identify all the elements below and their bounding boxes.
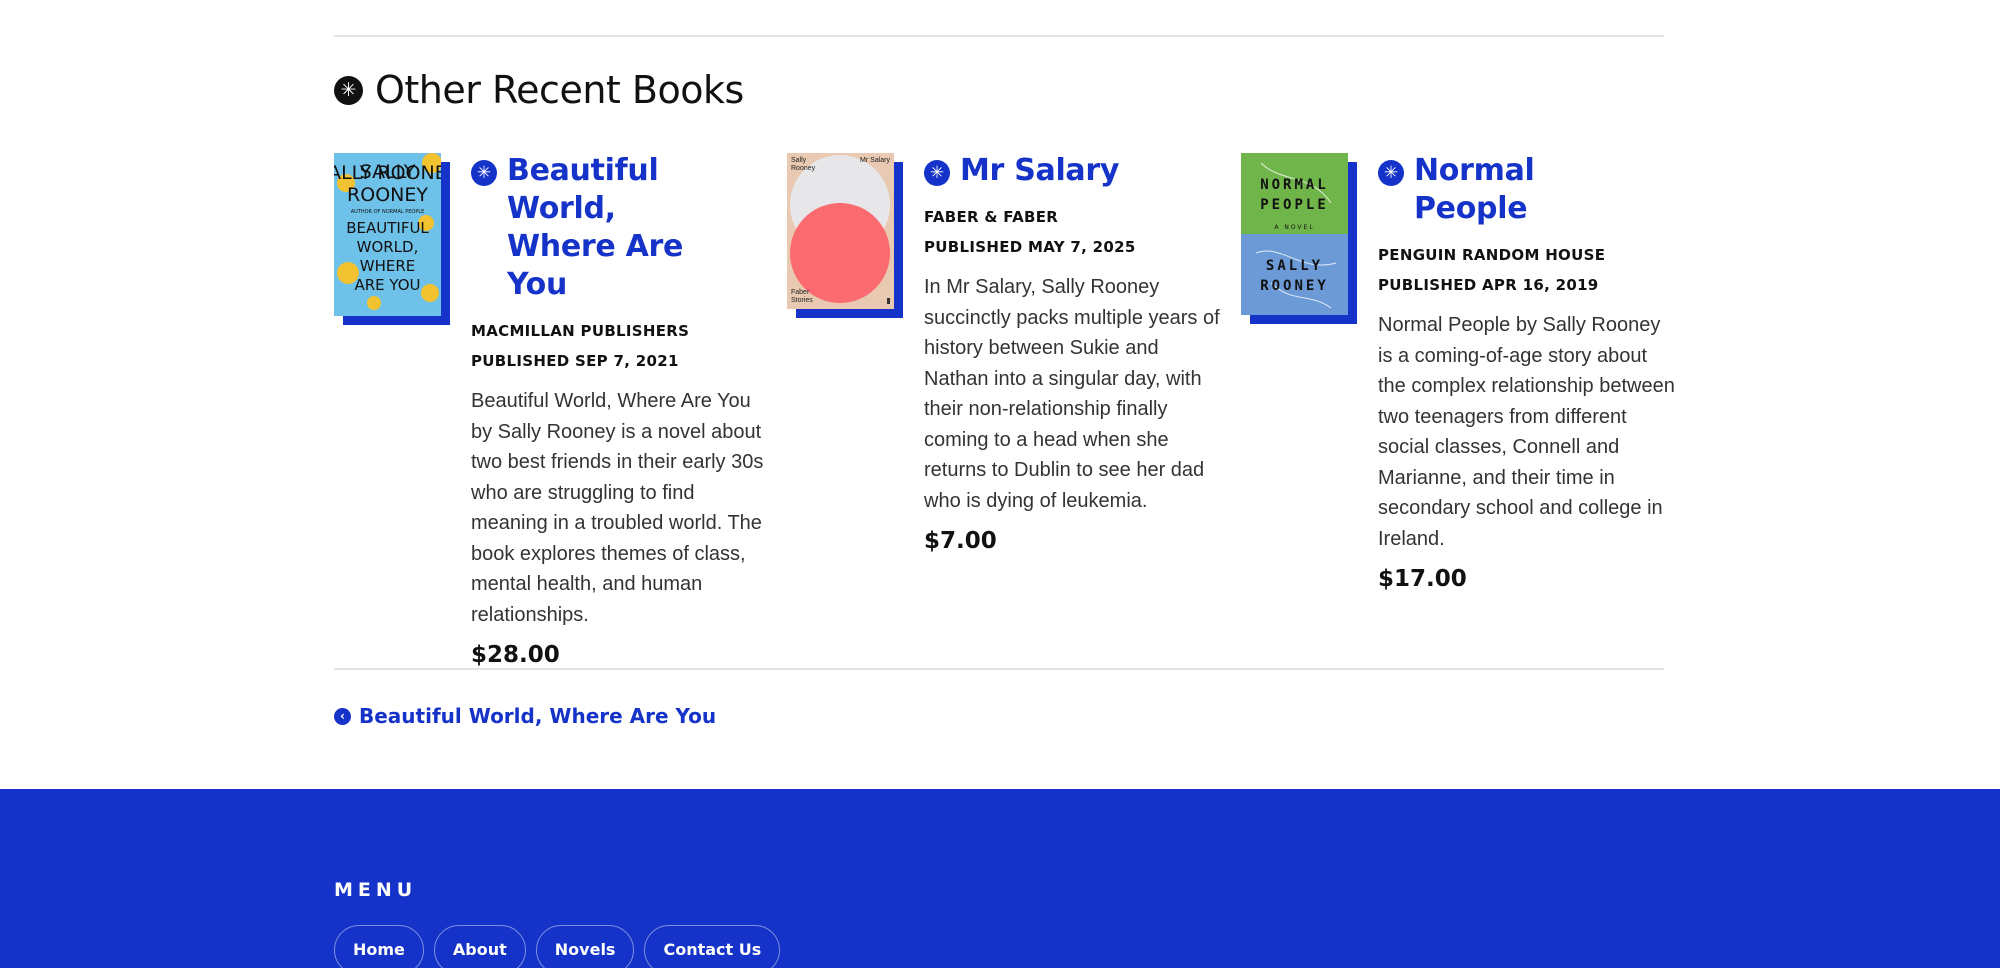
cover-title: Mr Salary <box>860 157 890 164</box>
book-published-date: PUBLISHED MAY 7, 2025 <box>924 238 1136 256</box>
footer-nav-contact[interactable]: Contact Us <box>644 925 781 968</box>
book-description: Normal People by Sally Rooney is a comin… <box>1378 314 1675 550</box>
book-description: Beautiful World, Where Are You by Sally … <box>471 390 764 626</box>
asterisk-icon <box>1378 160 1404 186</box>
book-published-date: PUBLISHED APR 16, 2019 <box>1378 276 1599 294</box>
book-title-link[interactable]: Normal People <box>1414 152 1574 228</box>
footer-nav-about[interactable]: About <box>433 925 526 968</box>
book-title-link[interactable]: Beautiful World, Where Are You <box>507 152 707 304</box>
book-price: $28.00 <box>471 642 560 668</box>
top-divider <box>334 35 1664 37</box>
cover-author: Sally Rooney <box>791 157 816 172</box>
previous-book-label: Beautiful World, Where Are You <box>359 704 717 728</box>
previous-book-link[interactable]: ‹ Beautiful World, Where Are You <box>334 704 716 728</box>
book-cover[interactable]: Sally Rooney Mr Salary Faber Stories <box>787 153 903 318</box>
footer-nav: Home About Novels Contact Us <box>334 925 781 968</box>
asterisk-icon <box>924 160 950 186</box>
bottom-divider <box>334 668 1664 670</box>
book-description: In Mr Salary, Sally Rooney succinctly pa… <box>924 276 1220 512</box>
asterisk-icon <box>471 160 497 186</box>
book-publisher: FABER & FABER <box>924 208 1059 226</box>
book-publisher: MACMILLAN PUBLISHERS <box>471 322 690 340</box>
cover-subtitle: AUTHOR OF NORMAL PEOPLE <box>350 209 425 215</box>
book-cover[interactable]: SALLY ROONEY SALLY ROONEY AUTHOR OF NORM… <box>334 153 450 325</box>
book-price: $17.00 <box>1378 566 1467 592</box>
book-cover-art <box>787 153 894 309</box>
section-title: Other Recent Books <box>375 68 744 112</box>
cover-series: Faber Stories <box>791 289 813 304</box>
footer-nav-novels[interactable]: Novels <box>535 925 635 968</box>
book-published-date: PUBLISHED SEP 7, 2021 <box>471 352 679 370</box>
chevron-left-circle-icon: ‹ <box>334 707 351 725</box>
asterisk-icon <box>334 75 363 105</box>
book-title-link[interactable]: Mr Salary <box>960 152 1119 190</box>
footer-nav-home[interactable]: Home <box>334 925 424 968</box>
cover-subtitle: A NOVEL <box>1274 224 1315 231</box>
book-cover[interactable]: NORMAL PEOPLE A NOVEL SALLY ROONEY <box>1241 153 1357 324</box>
book-publisher: PENGUIN RANDOM HOUSE <box>1378 246 1606 264</box>
section-heading: Other Recent Books <box>334 68 744 112</box>
site-footer: MENU Home About Novels Contact Us <box>0 789 2000 968</box>
book-price: $7.00 <box>924 528 997 554</box>
footer-menu-heading: MENU <box>334 879 418 901</box>
